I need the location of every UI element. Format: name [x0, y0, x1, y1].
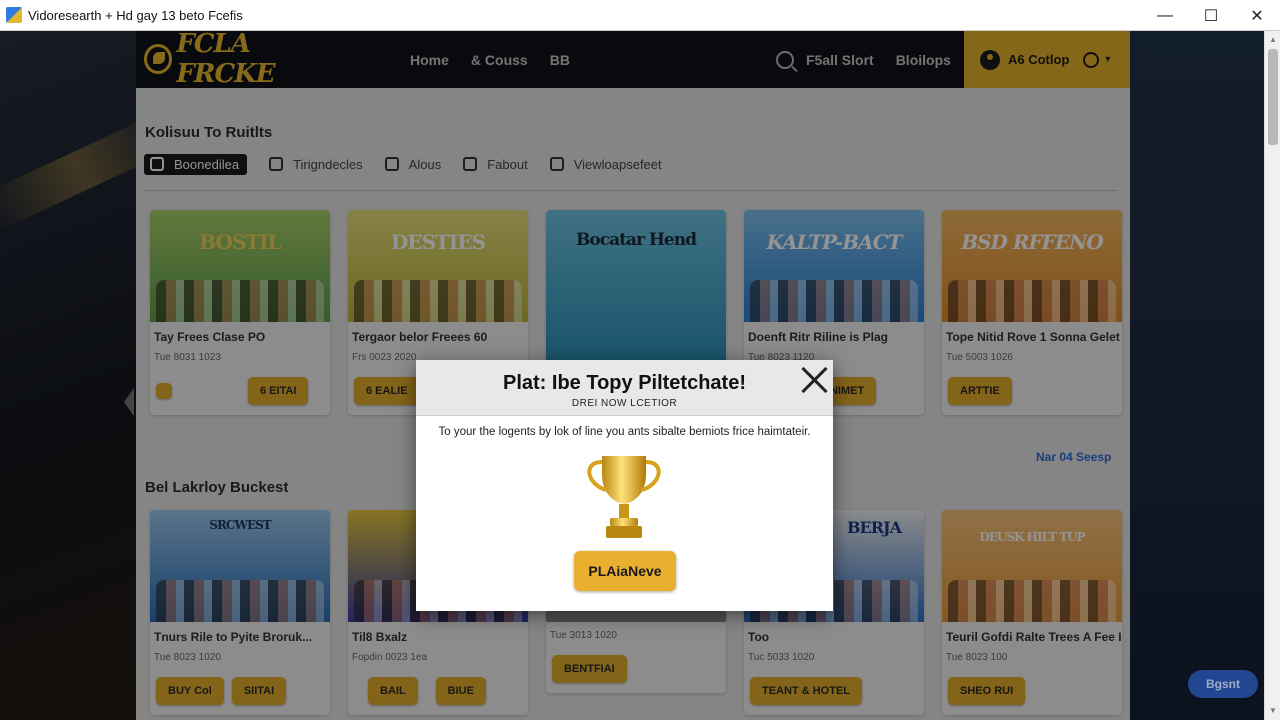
modal-title: Plat: Ibe Topy Piltetchate!	[503, 372, 746, 394]
chat-button[interactable]: Bgsnt	[1188, 670, 1258, 698]
promo-modal: Plat: Ibe Topy Piltetchate! DREI NOW LCE…	[416, 360, 833, 611]
scroll-thumb[interactable]	[1268, 49, 1278, 145]
modal-body-text: To your the logents by lok of line you a…	[438, 426, 811, 438]
window-titlebar: Vidoresearth + Hd gay 13 beto Fcefis — ☐…	[0, 0, 1280, 31]
close-icon[interactable]	[799, 365, 829, 395]
app-icon	[6, 7, 22, 23]
modal-subtitle: DREI NOW LCETIOR	[571, 398, 678, 409]
window-title: Vidoresearth + Hd gay 13 beto Fcefis	[28, 7, 243, 23]
scroll-down-icon[interactable]: ▼	[1268, 706, 1278, 716]
minimize-button[interactable]: —	[1142, 0, 1188, 31]
vertical-scrollbar[interactable]: ▲ ▼	[1264, 31, 1280, 720]
maximize-button[interactable]: ☐	[1188, 0, 1234, 31]
close-window-button[interactable]: ✕	[1234, 0, 1280, 31]
scroll-up-icon[interactable]: ▲	[1268, 35, 1278, 45]
play-now-button[interactable]: PLAiaNeve	[574, 551, 676, 591]
window-controls: — ☐ ✕	[1142, 0, 1280, 31]
modal-header: Plat: Ibe Topy Piltetchate! DREI NOW LCE…	[416, 360, 833, 416]
trophy-icon	[587, 456, 661, 538]
